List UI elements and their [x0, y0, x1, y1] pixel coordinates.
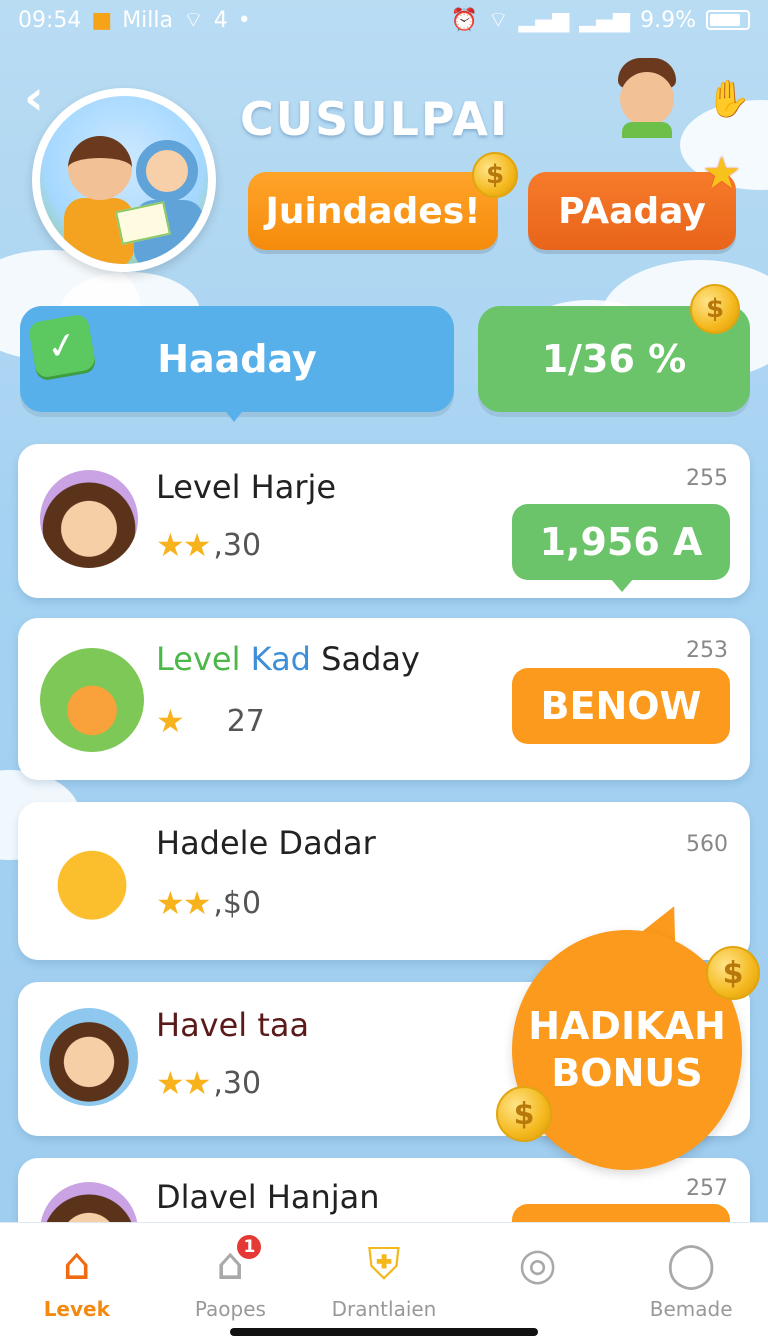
signal-icon: ▂▄▆ — [579, 7, 631, 33]
juindades-button[interactable]: Juindades! — [248, 172, 498, 250]
wifi-icon: ⌔ — [487, 8, 509, 33]
coin-icon: $ — [496, 1086, 552, 1142]
card-count: 257 — [686, 1176, 728, 1201]
nav-label: Paopes — [194, 1297, 266, 1321]
dog-icon — [40, 828, 144, 932]
notification-badge: 1 — [235, 1233, 264, 1261]
card-title-part: Level — [156, 640, 241, 678]
page-title: CUSULPAI — [240, 92, 510, 146]
package-icon: ■ — [91, 7, 113, 33]
action-tail — [610, 578, 634, 592]
nav-item-camera[interactable]: ◎ — [461, 1223, 615, 1344]
girl-avatar-icon — [40, 1008, 138, 1106]
card-score: 27 — [226, 703, 265, 739]
haaday-label: Haaday — [157, 337, 317, 381]
card-title: Havel taa — [156, 1006, 310, 1044]
coin-icon: $ — [690, 284, 740, 334]
card-title-part: Saday — [321, 640, 420, 678]
stars-icon: ★★ — [156, 526, 211, 564]
profile-icon: ◯ — [666, 1238, 716, 1290]
card-score: ,30 — [213, 1065, 262, 1101]
alarm-icon: ⏰ — [450, 7, 478, 33]
back-icon[interactable]: ‹ — [24, 70, 44, 126]
house-badge-icon: ⌂ 1 — [201, 1233, 264, 1291]
card-count: 560 — [686, 832, 728, 857]
banner-tail — [220, 404, 248, 422]
card-score: ,30 — [213, 527, 262, 563]
nav-label: Bemade — [649, 1297, 733, 1321]
list-item[interactable]: Level Kad Saday ★ 27 253 BENOW — [18, 618, 750, 780]
nav-item-levek[interactable]: ⌂ Levek — [0, 1223, 154, 1344]
nav-label: Drantlaien — [331, 1297, 437, 1321]
card-title-part: Kad — [250, 640, 311, 678]
card-title: Hadele Dadar — [156, 824, 376, 862]
progress-label: 1/36 % — [541, 337, 687, 381]
signal-icon: ▂▄▆ — [518, 7, 570, 33]
hand-icon[interactable]: ✋ — [706, 78, 751, 120]
nav-item-bemade[interactable]: ◯ Bemade — [614, 1223, 768, 1344]
shield-key-icon: ⛨ — [367, 1238, 401, 1290]
card-score: ,$0 — [213, 885, 262, 921]
status-time: 09:54 — [18, 7, 82, 33]
card-action-button[interactable]: 1,956 A — [512, 504, 730, 580]
bottom-nav: ⌂ Levek ⌂ 1 Paopes ⛨ Drantlaien ◎ ◯ Bema… — [0, 1222, 768, 1344]
status-signal-text: 4 — [213, 7, 228, 33]
bonus-line1: HADIKAH — [528, 1003, 726, 1048]
card-count: 253 — [686, 638, 728, 663]
star-icon: ★ — [702, 148, 742, 199]
check-icon: ✓ — [27, 313, 97, 379]
card-title: Level Harje — [156, 468, 337, 506]
user-avatar[interactable] — [612, 58, 682, 138]
dot-icon: • — [237, 7, 251, 33]
coin-icon: $ — [472, 152, 518, 198]
coin-icon: $ — [706, 946, 760, 1000]
card-count: 255 — [686, 466, 728, 491]
battery-icon — [706, 10, 750, 30]
status-carrier: Milla — [122, 7, 174, 33]
nav-item-drantlaien[interactable]: ⛨ Drantlaien — [307, 1223, 461, 1344]
card-title: Dlavel Hanjan — [156, 1178, 380, 1216]
main-avatar[interactable] — [32, 88, 216, 272]
gift-icon — [40, 648, 144, 752]
star-icon: ★ — [156, 702, 185, 740]
stars-icon: ★★ — [156, 1064, 211, 1102]
camera-icon: ◎ — [518, 1238, 557, 1290]
battery-percent: 9.9% — [640, 7, 696, 33]
nav-label: Levek — [43, 1297, 110, 1321]
stars-icon: ★★ — [156, 884, 211, 922]
nav-item-paopes[interactable]: ⌂ 1 Paopes — [154, 1223, 308, 1344]
girl-avatar-icon — [40, 470, 138, 568]
status-bar: 09:54 ■ Milla ⌔ 4 • ⏰ ⌔ ▂▄▆ ▂▄▆ 9.9% — [0, 0, 768, 40]
list-item[interactable]: Level Harje ★★ ,30 255 1,956 A — [18, 444, 750, 598]
home-indicator[interactable] — [230, 1328, 538, 1336]
home-icon: ⌂ — [62, 1238, 91, 1290]
benow-button[interactable]: BENOW — [512, 668, 730, 744]
wifi-icon: ⌔ — [183, 8, 204, 33]
bonus-line2: BONUS — [551, 1051, 703, 1095]
